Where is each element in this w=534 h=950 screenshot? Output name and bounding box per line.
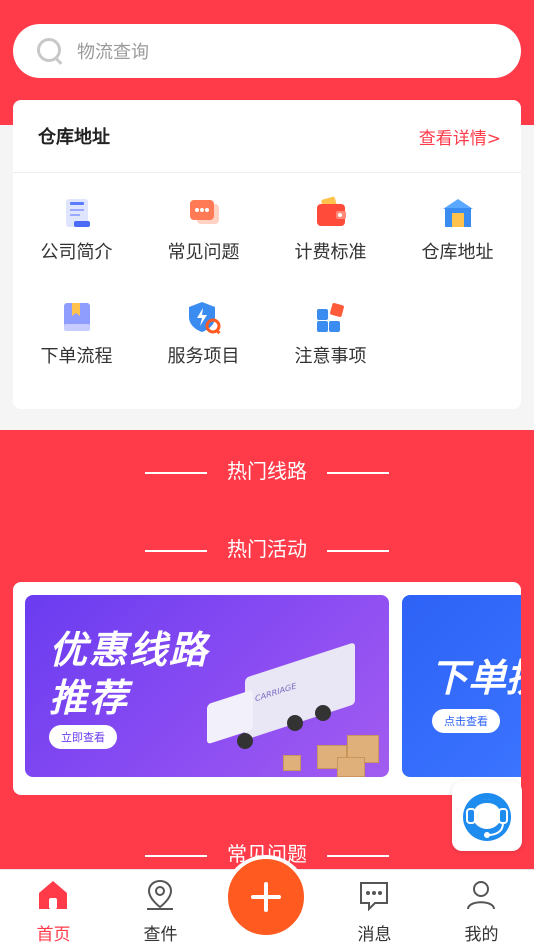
- grid-label: 下单流程: [40, 346, 113, 367]
- grid-icon: [314, 300, 348, 334]
- banner-order-promo[interactable]: 下单拼 点击查看: [402, 595, 521, 777]
- user-icon: [464, 878, 498, 912]
- grid-item-notes[interactable]: 注意事项: [267, 300, 394, 368]
- divider: [327, 549, 389, 552]
- grid-item-pricing[interactable]: 计费标准: [267, 196, 394, 264]
- banner-title: 优惠线路: [49, 628, 210, 672]
- location-icon: [143, 878, 177, 912]
- section-title: 热门线路: [227, 459, 307, 483]
- book-icon: [60, 300, 94, 334]
- hot-routes-heading: 热门线路: [0, 455, 534, 484]
- search-input[interactable]: 物流查询: [77, 38, 149, 64]
- banner-title: 下单拼: [430, 656, 521, 700]
- view-details-link[interactable]: 查看详情>: [419, 124, 501, 149]
- shield-icon: [187, 300, 221, 335]
- divider: [145, 854, 207, 857]
- truck-wheel: [315, 705, 331, 721]
- document-icon: [60, 196, 94, 230]
- divider: [145, 471, 207, 474]
- home-icon: [36, 878, 70, 912]
- tab-label: 我的: [464, 925, 499, 945]
- click-view-button[interactable]: 点击查看: [432, 709, 500, 733]
- add-order-button[interactable]: [224, 855, 308, 939]
- truck-wheel: [237, 733, 253, 749]
- grid-label: 计费标准: [294, 242, 367, 263]
- search-bar[interactable]: 物流查询: [13, 24, 521, 78]
- grid-label: 注意事项: [294, 346, 367, 367]
- banner-subtitle: 推荐: [49, 676, 130, 720]
- grid-item-warehouse[interactable]: 仓库地址: [394, 196, 521, 264]
- truck-text: CARRIAGE: [255, 681, 297, 704]
- service-card: 仓库地址 查看详情> 公司简介 常见问题 计费标准 仓库地址 下单流程 服务项目…: [13, 100, 521, 409]
- card-title: 仓库地址: [38, 127, 110, 148]
- cargo-box: [283, 755, 301, 771]
- cargo-box: [337, 757, 365, 777]
- tab-label: 查件: [143, 925, 178, 945]
- card-header: 仓库地址 查看详情>: [13, 100, 521, 173]
- banner-route-promo[interactable]: 优惠线路 推荐 立即查看 CARRIAGE: [25, 595, 389, 777]
- grid-item-order-flow[interactable]: 下单流程: [13, 300, 140, 368]
- customer-service-button[interactable]: [452, 781, 522, 851]
- tab-label: 消息: [357, 925, 392, 945]
- search-icon: [35, 36, 65, 66]
- grid-label: 公司简介: [40, 242, 113, 263]
- hot-activities-heading: 热门活动: [0, 533, 534, 562]
- wallet-icon: [314, 196, 348, 230]
- headset-icon: [463, 793, 511, 841]
- grid-label: 服务项目: [167, 346, 240, 367]
- view-now-button[interactable]: 立即查看: [49, 725, 117, 749]
- divider: [327, 471, 389, 474]
- activity-carousel[interactable]: 优惠线路 推荐 立即查看 CARRIAGE 下单拼 点击查看: [13, 582, 521, 795]
- warehouse-icon: [441, 196, 475, 230]
- grid-item-faq[interactable]: 常见问题: [140, 196, 267, 264]
- section-title: 热门活动: [227, 537, 307, 561]
- grid-label: 常见问题: [167, 242, 240, 263]
- divider: [327, 854, 389, 857]
- grid-item-services[interactable]: 服务项目: [140, 300, 267, 368]
- tab-label: 首页: [36, 925, 71, 945]
- message-icon: [357, 878, 391, 912]
- divider: [145, 549, 207, 552]
- chat-icon: [187, 196, 221, 230]
- grid-label: 仓库地址: [421, 242, 494, 263]
- grid-item-company[interactable]: 公司简介: [13, 196, 140, 264]
- truck-wheel: [287, 715, 303, 731]
